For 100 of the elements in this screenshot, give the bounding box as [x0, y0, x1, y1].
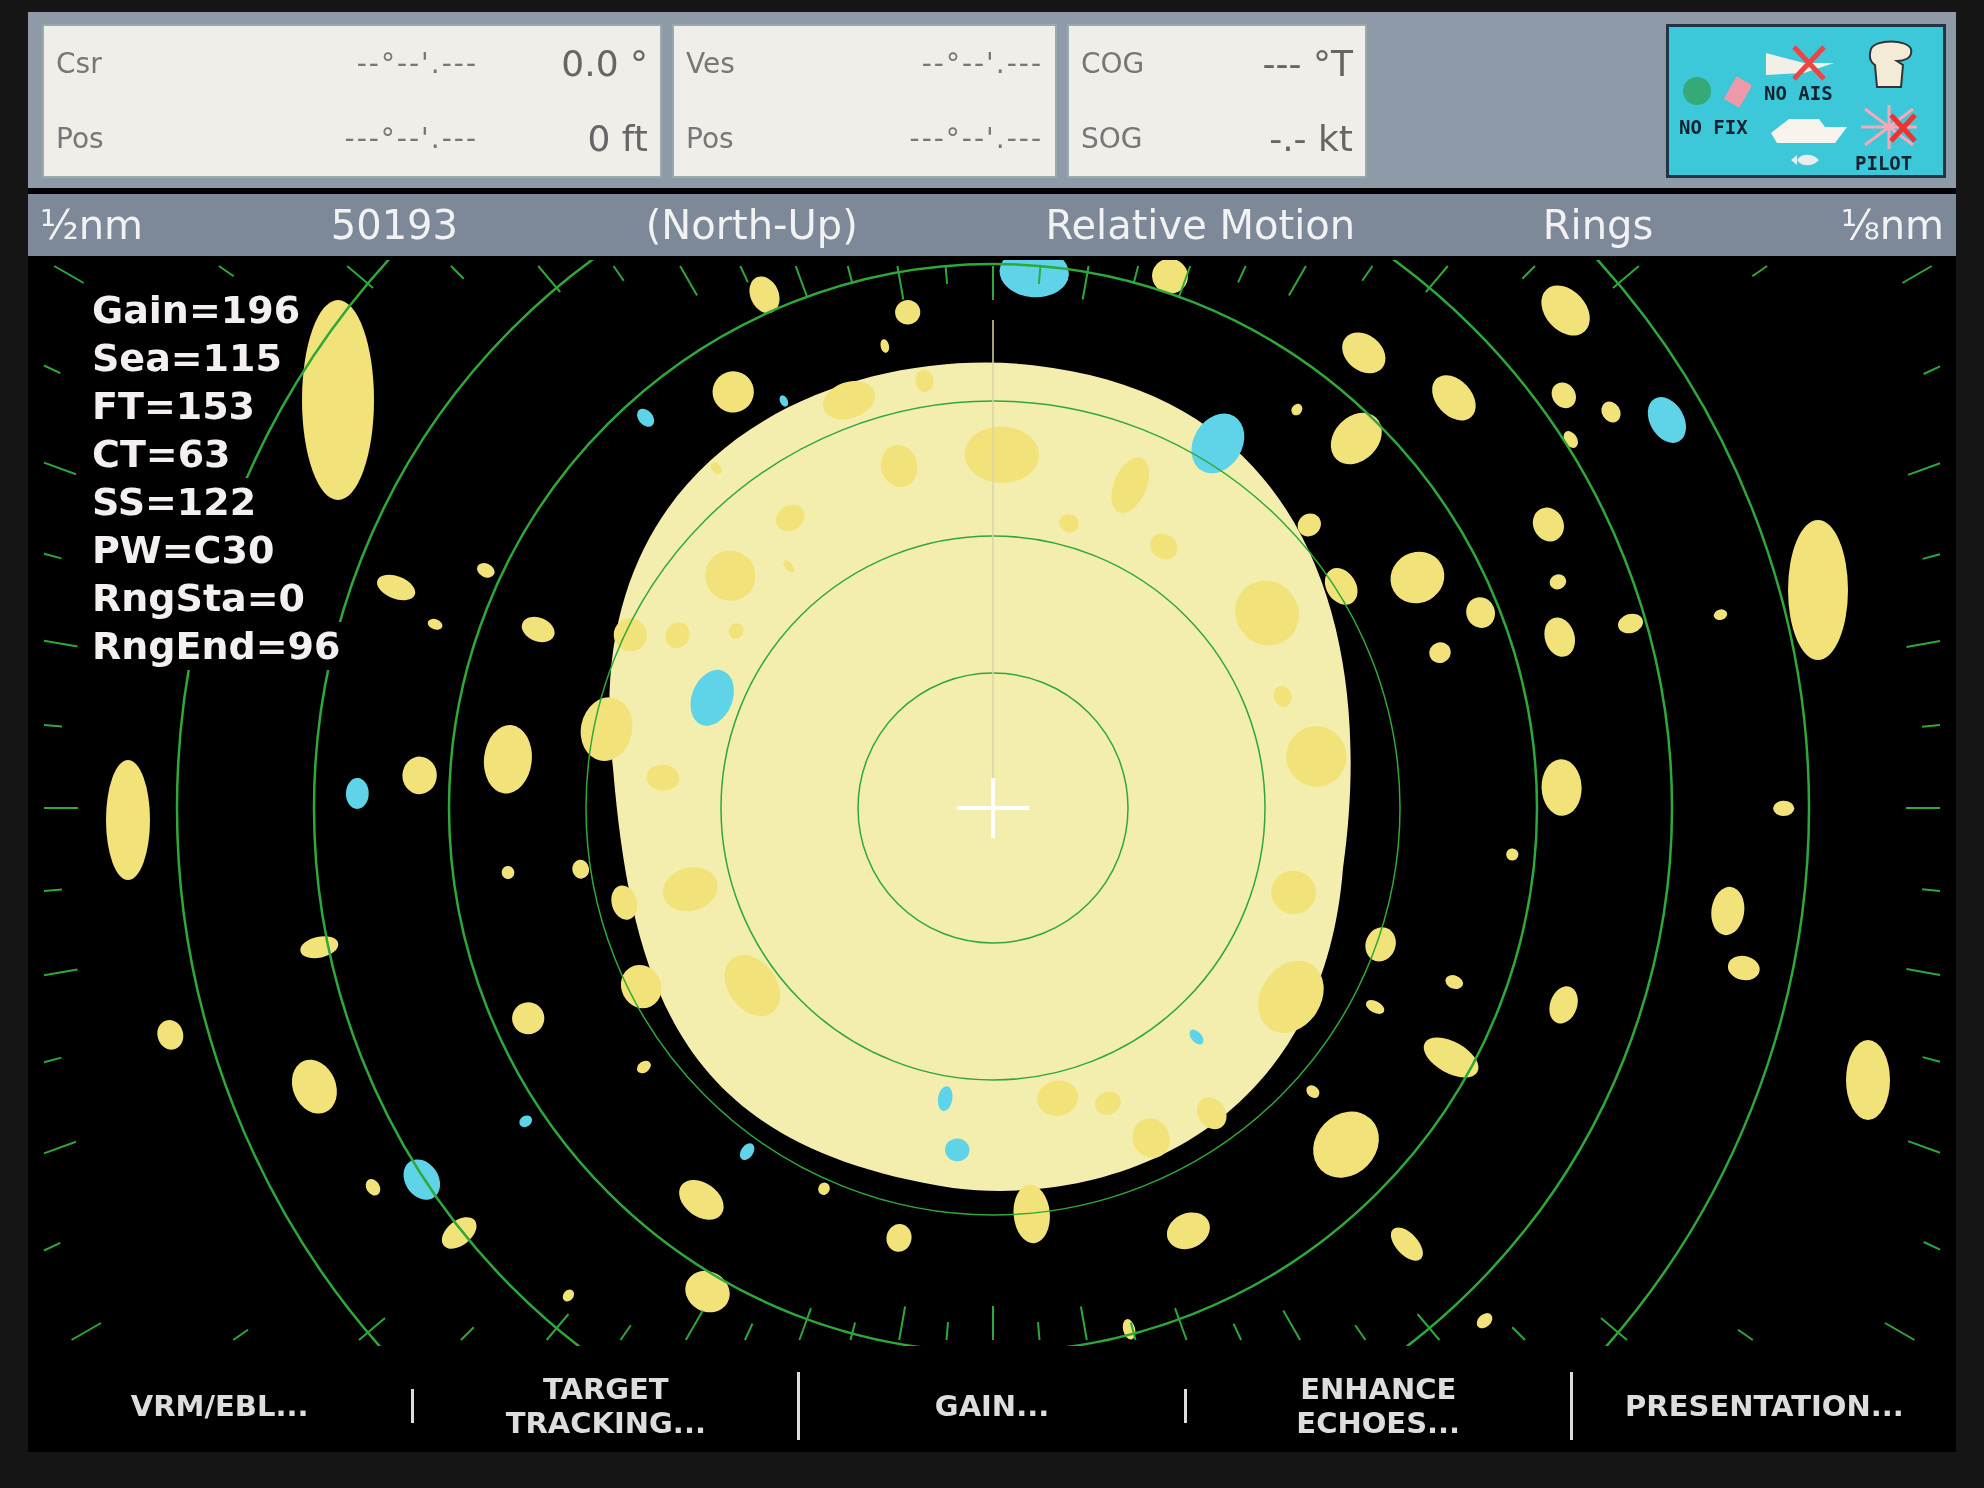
- radar-echo: [1541, 285, 1590, 336]
- radar-echo: [1150, 533, 1178, 560]
- radar-echo: [1390, 551, 1445, 604]
- radar-echo: [1445, 975, 1463, 990]
- radar-echo: [1506, 848, 1519, 861]
- radar-echo: [1432, 375, 1476, 421]
- status-label: NO FIX: [1679, 115, 1748, 140]
- field-label: COG: [1081, 45, 1146, 82]
- radar-echo: [1291, 403, 1303, 416]
- header-label: ⅛nm: [1840, 201, 1944, 250]
- radar-echo: [1273, 685, 1292, 707]
- radar-echo: [637, 1060, 651, 1074]
- radar-echo: [521, 616, 555, 643]
- radar-echo: [1549, 986, 1578, 1024]
- radar-echo: [665, 622, 690, 649]
- softkey-button[interactable]: VRM/EBL...: [28, 1389, 415, 1423]
- radar-echo: [580, 697, 633, 761]
- crosshair-icon: [955, 776, 1031, 840]
- radar-echo: [1122, 1319, 1136, 1340]
- status-label: NO AIS: [1764, 81, 1833, 106]
- radar-echo: [1094, 1091, 1121, 1115]
- radar-echo: [1601, 401, 1621, 423]
- radar-echo: [613, 618, 647, 652]
- radar-echo: [441, 1217, 477, 1249]
- radar-echo: [611, 885, 638, 920]
- radar-echo: [728, 623, 744, 639]
- radar-echo: [705, 550, 756, 601]
- radar-echo: [1390, 1227, 1423, 1261]
- value-readout: -.- kt: [1269, 116, 1353, 161]
- crossed-net-icon: [1861, 105, 1917, 149]
- radar-echo: [1235, 580, 1299, 646]
- radar-echo: [1306, 1085, 1320, 1098]
- field-label: Ves: [686, 45, 736, 82]
- radar-echo: [572, 859, 590, 879]
- radar-echo: [710, 461, 722, 475]
- header-label: Rings: [1542, 201, 1654, 250]
- radar-echo: [776, 504, 805, 532]
- header-label: (North-Up): [645, 201, 858, 250]
- radar-echo: [1549, 574, 1567, 590]
- radar-echo: [1551, 382, 1576, 409]
- fish-icon: [1791, 153, 1819, 167]
- radar-echo: [157, 1019, 184, 1050]
- softkey-button[interactable]: TARGET TRACKING...: [414, 1372, 801, 1440]
- radar-echo: [1466, 597, 1495, 628]
- radar-echo: [1166, 1212, 1210, 1250]
- position-readout: --°--'.---: [355, 45, 478, 82]
- radar-echo: [999, 260, 1069, 298]
- radar-echo: [1324, 568, 1358, 605]
- radar-echo: [1189, 1029, 1204, 1045]
- radar-echo: [1563, 431, 1578, 448]
- field-label: Pos: [56, 120, 105, 157]
- softkey-button[interactable]: GAIN...: [800, 1389, 1187, 1423]
- radar-echo: [1037, 1080, 1079, 1116]
- radar-echo: [1541, 759, 1582, 816]
- radar-echo: [1618, 613, 1643, 634]
- radar-echo: [1727, 955, 1760, 981]
- radar-echo: [300, 936, 339, 959]
- radar-echo: [1286, 726, 1347, 787]
- radar-echo: [512, 1002, 545, 1035]
- radar-echo: [620, 964, 662, 1009]
- radar-echo: [945, 1138, 970, 1162]
- softkey-button[interactable]: ENHANCE ECHOES...: [1186, 1372, 1573, 1440]
- radar-echo: [1111, 457, 1150, 514]
- radar-echo: [662, 867, 718, 912]
- radar-echo: [1713, 609, 1728, 620]
- radar-echo: [880, 339, 890, 353]
- radar-echo: [1544, 617, 1575, 657]
- radar-echo: [1132, 1118, 1170, 1159]
- radar-echo: [427, 618, 443, 630]
- radar-echo: [739, 1143, 755, 1161]
- position-readout: ---°--'.---: [908, 120, 1043, 157]
- radar-echo: [402, 756, 437, 795]
- radar-echo: [1196, 1097, 1227, 1130]
- radar-echo: [519, 1115, 533, 1128]
- softkey-button[interactable]: PRESENTATION...: [1572, 1389, 1956, 1423]
- field-label: SOG: [1081, 120, 1144, 157]
- radar-echo: [637, 408, 655, 427]
- radar-echo: [1773, 800, 1795, 816]
- radar-echo: [291, 1059, 337, 1114]
- radar-echo: [690, 669, 734, 726]
- hand-icon: [1867, 39, 1915, 91]
- radar-echo: [1647, 397, 1686, 443]
- radar-echo: [1271, 870, 1316, 915]
- radar-echo: [477, 563, 495, 578]
- radar-echo: [712, 371, 754, 413]
- radar-echo: [1152, 260, 1188, 294]
- radar-echo: [915, 369, 934, 392]
- radar-echo: [1330, 412, 1382, 465]
- radar-echo: [937, 1086, 953, 1111]
- radar-echo: [1297, 513, 1321, 537]
- radar-echo: [749, 276, 780, 314]
- radar-echo: [1711, 886, 1745, 936]
- header-label: Relative Motion: [1045, 201, 1356, 250]
- radar-echo: [818, 1182, 830, 1195]
- radar-echo: [880, 444, 918, 488]
- radar-echo: [895, 300, 921, 325]
- radar-echo: [679, 1179, 724, 1220]
- radar-echo: [724, 955, 781, 1017]
- radar-echo: [1365, 927, 1396, 962]
- radar-echo: [646, 764, 680, 791]
